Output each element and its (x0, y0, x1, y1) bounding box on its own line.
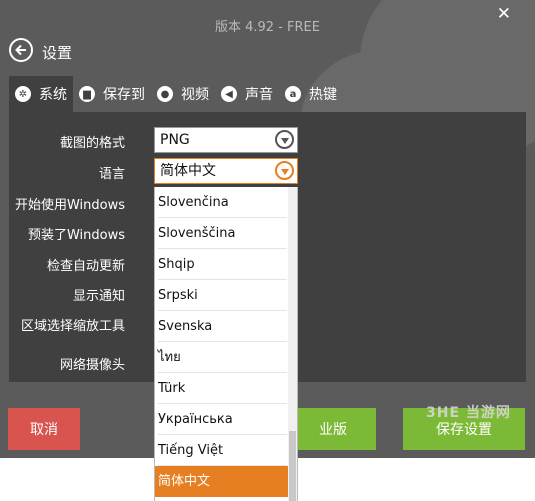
folder-icon: ▆ (79, 86, 95, 102)
speaker-icon: ◀ (221, 86, 237, 102)
language-option[interactable]: Türk (155, 373, 297, 404)
settings-tabs: ✲ 系统 ▆ 保存到 ● 视频 ◀ 声音 a 热键 (9, 76, 343, 112)
tab-label: 声音 (245, 87, 273, 103)
tab-audio[interactable]: ◀ 声音 (215, 76, 279, 112)
language-option[interactable]: Українська (155, 404, 297, 435)
dropdown-scrollbar[interactable] (288, 187, 297, 501)
page-title: 设置 (42, 44, 73, 62)
tab-system[interactable]: ✲ 系统 (9, 76, 73, 112)
pro-version-button[interactable]: 业版 (290, 408, 376, 450)
tab-hotkeys[interactable]: a 热键 (279, 76, 343, 112)
tab-label: 热键 (309, 87, 337, 103)
tab-save-to[interactable]: ▆ 保存到 (73, 76, 151, 112)
language-select[interactable]: 简体中文 (154, 158, 298, 184)
language-dropdown-list[interactable]: Slovenčina Slovenščina Shqip Srpski Svenska ไ… (154, 187, 298, 501)
start-windows-label: 开始使用Windows (14, 198, 125, 213)
format-select[interactable]: PNG (154, 127, 298, 153)
record-icon: ● (157, 86, 173, 102)
arrow-left-icon (15, 44, 26, 56)
gear-icon: ✲ (15, 86, 31, 102)
hotkey-icon: a (285, 86, 301, 102)
language-option[interactable]: ไทย (155, 342, 297, 373)
language-option[interactable]: 简体中文 (155, 466, 297, 497)
close-icon[interactable]: ✕ (497, 4, 511, 24)
watermark-logo: 3HE 当游网 (426, 405, 511, 421)
tab-label: 系统 (39, 87, 67, 103)
language-option[interactable]: Slovenščina (155, 218, 297, 249)
webcam-label: 网络摄像头 (59, 358, 125, 373)
zoom-tool-label: 区域选择缩放工具 (20, 319, 125, 334)
format-label: 截图的格式 (59, 136, 125, 151)
tab-video[interactable]: ● 视频 (151, 76, 215, 112)
language-value: 简体中文 (160, 163, 216, 179)
cancel-button[interactable]: 取消 (8, 408, 80, 450)
language-option[interactable]: Svenska (155, 311, 297, 342)
scrollbar-thumb[interactable] (289, 431, 296, 501)
preinstalled-label: 预装了Windows (27, 228, 125, 243)
language-option[interactable]: Tiếng Việt (155, 435, 297, 466)
chevron-down-icon (275, 161, 294, 180)
back-button[interactable] (9, 38, 33, 62)
language-option[interactable]: Slovenčina (155, 187, 297, 218)
chevron-down-icon (275, 130, 294, 149)
language-option[interactable]: Srpski (155, 280, 297, 311)
window-title: 版本 4.92 - FREE (215, 20, 320, 35)
language-label: 语言 (98, 167, 125, 182)
tab-label: 保存到 (103, 87, 145, 103)
format-value: PNG (160, 132, 190, 148)
auto-update-label: 检查自动更新 (46, 259, 125, 274)
tab-label: 视频 (181, 87, 209, 103)
notifications-label: 显示通知 (72, 289, 125, 304)
language-option[interactable]: Shqip (155, 249, 297, 280)
